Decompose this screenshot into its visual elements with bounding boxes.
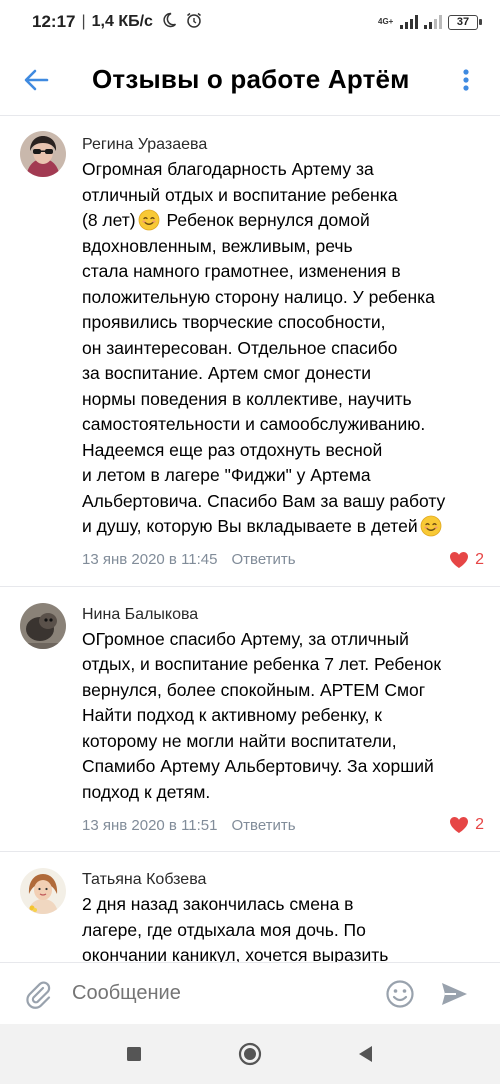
comment-item: Татьяна Кобзева 2 дня назад закончилась … (0, 852, 500, 962)
comments-list[interactable]: Регина Уразаева Огромная благодарность А… (0, 117, 500, 962)
comment-text-part-2: Ребенок вернулся домой вдохновленным, ве… (82, 210, 446, 536)
reply-button[interactable]: Ответить (232, 817, 296, 834)
square-icon (127, 1047, 141, 1061)
moon-icon (161, 12, 177, 33)
comment-text: ОГромное спасибо Артему, за отличный отд… (82, 628, 442, 802)
back-button[interactable] (6, 50, 66, 110)
comment-text: 2 дня назад закончилась смена в лагере, … (82, 894, 389, 962)
avatar[interactable] (20, 131, 66, 177)
comment-author[interactable]: Регина Уразаева (82, 133, 484, 157)
comment-author[interactable]: Нина Балыкова (82, 603, 484, 627)
status-right: 4G+ 37 (378, 14, 482, 30)
network-type: 4G+ (378, 17, 394, 26)
like-button[interactable]: 2 (449, 551, 484, 569)
emoji-button[interactable] (380, 974, 420, 1014)
reply-button[interactable]: Ответить (232, 551, 296, 568)
home-button[interactable] (232, 1036, 268, 1072)
signal-icon (400, 15, 418, 29)
back-nav-button[interactable] (348, 1036, 384, 1072)
app-header: Отзывы о работе Артём (0, 44, 500, 116)
avatar[interactable] (20, 602, 66, 649)
like-count: 2 (475, 816, 484, 833)
more-vertical-icon (463, 69, 469, 91)
signal-2-icon (424, 15, 442, 29)
status-separator: | (81, 13, 86, 30)
status-bar: 12:17 | 1,4 КБ/с 4G+ 37 (0, 0, 500, 44)
smile-emoji-icon (420, 515, 442, 537)
like-count: 2 (475, 550, 484, 568)
page-title: Отзывы о работе Артём (92, 64, 410, 94)
comment-item: Нина Балыкова ОГромное спасибо Артему, з… (0, 587, 500, 852)
status-time: 12:17 (32, 12, 76, 31)
alarm-icon (185, 11, 203, 34)
send-icon (442, 982, 467, 1005)
comment-date[interactable]: 13 янв 2020 в 11:51 (82, 817, 218, 834)
attach-button[interactable] (18, 974, 58, 1014)
comment-date[interactable]: 13 янв 2020 в 11:45 (82, 551, 218, 568)
more-button[interactable] (446, 60, 486, 100)
send-button[interactable] (434, 974, 474, 1014)
comment-author[interactable]: Татьяна Кобзева (82, 868, 484, 892)
comment-item: Регина Уразаева Огромная благодарность А… (0, 117, 500, 587)
heart-icon (450, 817, 469, 833)
like-button[interactable]: 2 (449, 816, 484, 834)
comment-meta: 13 янв 2020 в 11:45 Ответить 2 (82, 548, 484, 572)
battery-icon: 37 (448, 14, 482, 30)
avatar[interactable] (20, 868, 66, 914)
comment-text: Огромная благодарность Артему за отличны… (82, 157, 484, 540)
smile-emoji-icon (138, 209, 160, 231)
triangle-back-icon (359, 1046, 372, 1062)
heart-icon (450, 551, 469, 568)
circle-icon (238, 1042, 262, 1066)
smile-icon (386, 979, 414, 1008)
message-input[interactable] (72, 982, 372, 1005)
message-input-bar (0, 962, 500, 1024)
comment-meta: 13 янв 2020 в 11:51 Ответить 2 (82, 813, 484, 837)
network-speed: 1,4 КБ/с (91, 13, 153, 30)
system-nav-bar (0, 1024, 500, 1084)
paperclip-icon (26, 981, 51, 1009)
recents-button[interactable] (116, 1036, 152, 1072)
arrow-left-icon (24, 69, 49, 90)
